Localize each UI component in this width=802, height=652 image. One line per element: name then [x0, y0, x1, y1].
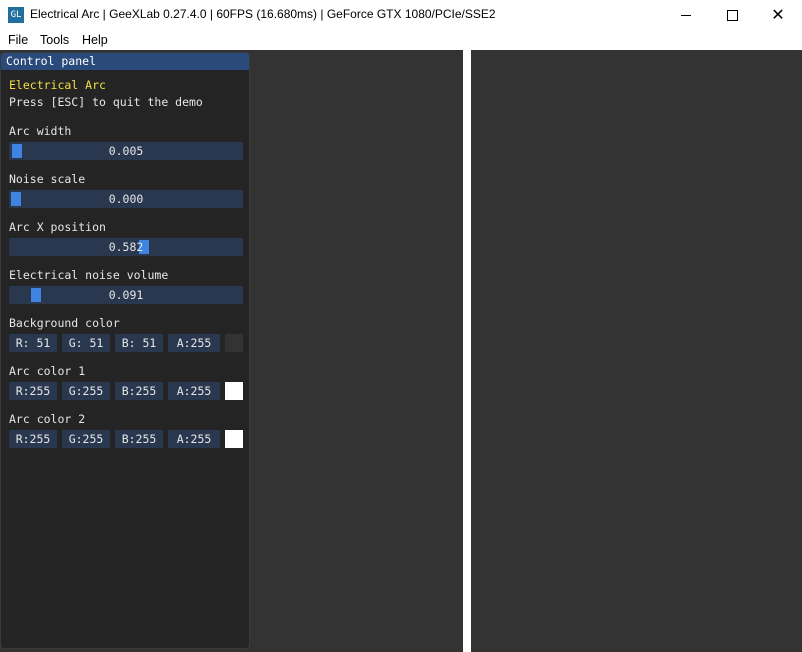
minimize-button[interactable]: [663, 0, 709, 30]
electrical-noise-volume-slider[interactable]: 0.091: [9, 286, 243, 304]
minimize-icon: [681, 15, 691, 16]
arc-color-2-b[interactable]: B:255: [115, 430, 163, 448]
arc-color-1-b[interactable]: B:255: [115, 382, 163, 400]
control-panel-header[interactable]: Control panel: [1, 53, 249, 70]
arc-color-1-a[interactable]: A:255: [168, 382, 220, 400]
window-title: Electrical Arc | GeeXLab 0.27.4.0 | 60FP…: [30, 7, 496, 21]
electrical-arc: [463, 50, 471, 652]
arc-color-2-swatch[interactable]: [225, 430, 243, 448]
electrical-noise-volume-value: 0.091: [108, 288, 144, 302]
arc-width-value: 0.005: [108, 144, 144, 158]
demo-title: Electrical Arc: [9, 78, 106, 92]
menu-file[interactable]: File: [8, 33, 28, 47]
arc-color-2-r[interactable]: R:255: [9, 430, 57, 448]
arc-color-2-label: Arc color 2: [9, 412, 86, 426]
noise-scale-slider[interactable]: 0.000: [9, 190, 243, 208]
close-icon: ✕: [771, 5, 785, 24]
background-color-swatch[interactable]: [225, 334, 243, 352]
title-bar: GL Electrical Arc | GeeXLab 0.27.4.0 | 6…: [0, 0, 802, 30]
background-color-label: Background color: [9, 316, 120, 330]
electrical-noise-volume-label: Electrical noise volume: [9, 268, 169, 282]
control-panel-title: Control panel: [6, 54, 97, 68]
arc-color-2-a[interactable]: A:255: [168, 430, 220, 448]
arc-x-position-slider[interactable]: 0.582: [9, 238, 243, 256]
maximize-icon: [726, 10, 738, 21]
arc-width-slider[interactable]: 0.005: [9, 142, 243, 160]
arc-color-1-label: Arc color 1: [9, 364, 86, 378]
arc-x-position-label: Arc X position: [9, 220, 106, 234]
noise-scale-label: Noise scale: [9, 172, 86, 186]
arc-color-1-g[interactable]: G:255: [62, 382, 110, 400]
menu-tools[interactable]: Tools: [40, 33, 69, 47]
menu-bar: File Tools Help: [0, 30, 802, 50]
background-color-b[interactable]: B: 51: [115, 334, 163, 352]
arc-x-position-value: 0.582: [108, 240, 144, 254]
menu-help[interactable]: Help: [82, 33, 108, 47]
background-color-r[interactable]: R: 51: [9, 334, 57, 352]
arc-color-2-g[interactable]: G:255: [62, 430, 110, 448]
arc-color-1-r[interactable]: R:255: [9, 382, 57, 400]
arc-color-1-swatch[interactable]: [225, 382, 243, 400]
background-color-a[interactable]: A:255: [168, 334, 220, 352]
app-icon: GL: [8, 7, 24, 23]
background-color-g[interactable]: G: 51: [62, 334, 110, 352]
arc-width-label: Arc width: [9, 124, 72, 138]
maximize-button[interactable]: [709, 0, 755, 30]
close-button[interactable]: ✕: [755, 0, 801, 30]
noise-scale-value: 0.000: [108, 192, 144, 206]
control-panel: Control panel Electrical Arc Press [ESC]…: [0, 52, 250, 649]
instructions-text: Press [ESC] to quit the demo: [9, 95, 203, 109]
